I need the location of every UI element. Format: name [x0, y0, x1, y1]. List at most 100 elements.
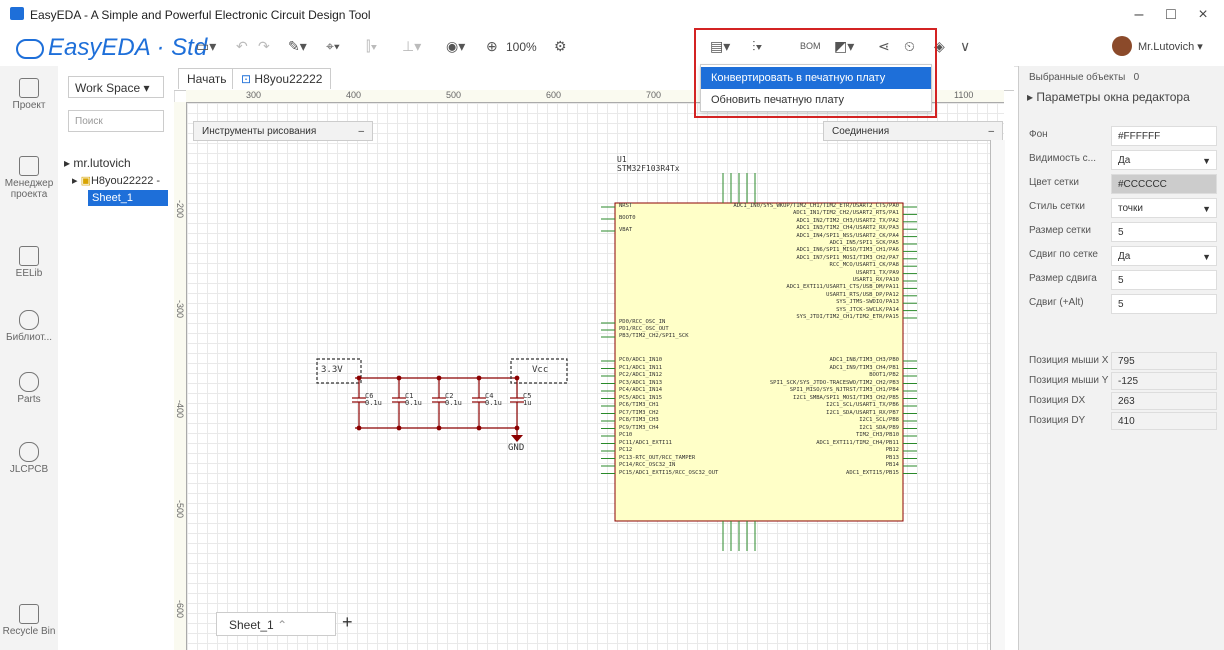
pin-label: PC3/ADC1_IN13	[619, 379, 663, 386]
avatar[interactable]	[1112, 36, 1132, 56]
pin-label: RCC_MCO/USART1_CK/PA8	[829, 262, 899, 269]
lcsc-icon	[19, 372, 39, 392]
pin-label: ADC1_IN9/TIM3_CH4/PB1	[829, 364, 899, 371]
mouse-value: 263	[1111, 392, 1217, 410]
section-title[interactable]: ▸ Параметры окна редактора	[1027, 90, 1190, 104]
mouse-value: 795	[1111, 352, 1217, 370]
mouse-position-row: Позиция DX 263	[1019, 392, 1224, 412]
net-3v3-label: 3.3V	[321, 365, 343, 375]
ruler-label: 500	[446, 90, 462, 100]
property-row: Сдвиг (+Alt) 5	[1019, 292, 1224, 316]
distribute-icon[interactable]: ⊥▾	[402, 38, 421, 55]
rail-eelib[interactable]: EELib	[0, 246, 58, 279]
capacitor	[510, 375, 524, 431]
pin-label: ADC1_EXTI11/TIM2_CH4/PB11	[816, 439, 899, 446]
property-row: Видимость с... Да ▼	[1019, 148, 1224, 172]
pin-label: BOOT1/PB2	[869, 372, 899, 378]
mouse-label: Позиция DX	[1029, 395, 1086, 406]
property-label: Размер сдвига	[1029, 273, 1097, 284]
property-input[interactable]: 5	[1111, 222, 1217, 242]
property-label: Сдвиг (+Alt)	[1029, 297, 1084, 308]
tree-sheet[interactable]: Sheet_1	[88, 190, 168, 206]
pin-label: ADC1_IN4/SPI1_NSS/USART2_CK/PA4	[796, 232, 899, 239]
tab-document[interactable]: ⊡ H8you22222	[232, 68, 332, 89]
mouse-value: -125	[1111, 372, 1217, 390]
tree-search-input[interactable]: Поиск	[68, 110, 164, 132]
pin-label: PC11/ADC1_EXTI11	[619, 439, 672, 446]
property-select[interactable]: Да ▼	[1111, 150, 1217, 170]
pin-label: BOOT0	[619, 215, 636, 221]
ruler-label: -300	[175, 300, 185, 319]
pin-label: SPI1_SCK/SYS_JTDO-TRACESWO/TIM2_CH2/PB3	[769, 379, 899, 386]
tools-icon[interactable]: ⚙	[554, 38, 567, 55]
property-label: Сдвиг по сетке	[1029, 249, 1098, 260]
file-menu-icon[interactable]: ▭▾	[196, 38, 216, 55]
minimize-button[interactable]: –	[1128, 6, 1150, 24]
tree-owner[interactable]: ▸ mr.lutovich	[64, 156, 131, 170]
pin-label: I2C1_SCL/USART1_TX/PB6	[826, 402, 899, 408]
pin-label: SPI1_MISO/SYS_NJTRST/TIM3_CH1/PB4	[789, 387, 899, 393]
pin-label: ADC1_EXTI15/PB15	[846, 469, 899, 476]
tab-start[interactable]: Начать	[178, 68, 236, 89]
property-input[interactable]: 5	[1111, 294, 1217, 314]
close-button[interactable]: ×	[1192, 6, 1214, 24]
list-icon	[19, 156, 39, 176]
rail-jlcpcb[interactable]: JLCPCB	[0, 442, 58, 475]
caret-down-icon: ▼	[1202, 204, 1211, 214]
tree-project[interactable]: ▸ ▣H8you22222 -	[72, 174, 160, 187]
pin-label: PC2/ADC1_IN12	[619, 372, 663, 378]
rail-library[interactable]: Библиот...	[0, 310, 58, 343]
pin-label: PB13	[885, 454, 899, 461]
property-input[interactable]: #CCCCCC	[1111, 174, 1217, 194]
cap-label: C4 0.1u	[485, 392, 502, 407]
pin-label: PB12	[885, 447, 899, 453]
search-library-icon	[19, 310, 39, 330]
rail-recycle-bin[interactable]: Recycle Bin	[0, 604, 58, 637]
add-sheet-button[interactable]: +	[342, 612, 353, 633]
vertical-scrollbar[interactable]	[990, 140, 1005, 650]
undo-icon[interactable]: ↶	[236, 38, 248, 55]
property-select[interactable]: точки ▼	[1111, 198, 1217, 218]
redo-icon[interactable]: ↷	[258, 38, 270, 55]
align-icon[interactable]: ⫿▾	[366, 38, 377, 55]
property-row: Фон #FFFFFF	[1019, 124, 1224, 148]
selected-objects: Выбранные объекты 0	[1029, 72, 1140, 83]
rail-parts[interactable]: Parts	[0, 372, 58, 405]
pin-label: ADC1_IN7/SPI1_MOSI/TIM3_CH2/PA7	[796, 254, 899, 261]
pin-label: PC7/TIM3_CH2	[619, 409, 659, 416]
project-tree-panel: Work Space ▾ Поиск ▸ mr.lutovich ▸ ▣H8yo…	[58, 66, 175, 650]
place-icon[interactable]: ⌖▾	[326, 38, 340, 55]
pin-label: TIM2_CH3/PB10	[855, 432, 899, 438]
pencil-icon[interactable]: ✎▾	[288, 38, 307, 55]
user-name[interactable]: Mr.Lutovich ▾	[1138, 40, 1203, 53]
capacitor	[392, 375, 406, 431]
pin-label: VBAT	[619, 227, 633, 233]
rail-project-manager[interactable]: Менеджер проекта	[0, 156, 58, 200]
pin-label: PC8/TIM3_CH3	[619, 417, 659, 423]
property-input[interactable]: #FFFFFF	[1111, 126, 1217, 146]
ruler-label: 300	[246, 90, 262, 100]
toolbar: EasyEDA · Std ▭▾ ↶ ↷ ✎▾ ⌖▾ ⫿▾ ⊥▾ ◉▾ ⊕ 10…	[0, 28, 1224, 67]
pin-label: PD0/RCC_OSC_IN	[619, 319, 666, 325]
pin-label: PC14/RCC_OSC32_IN	[619, 462, 676, 468]
sheet-tab[interactable]: Sheet_1 ⌃	[216, 612, 336, 636]
mouse-position-row: Позиция мыши Y -125	[1019, 372, 1224, 392]
zoom-icon[interactable]: ⊕	[486, 38, 498, 55]
schematic-canvas[interactable]: Инструменты рисования – Соединения – U1 ST…	[187, 103, 1004, 650]
ruler-left: -200 -300 -400 -500 -600	[174, 102, 187, 650]
view-icon[interactable]: ◉▾	[446, 38, 465, 55]
rail-project[interactable]: Проект	[0, 78, 58, 111]
cap-label: C5 1u	[523, 392, 532, 407]
pin-label: PC15/ADC1_EXTI15/RCC_OSC32_OUT	[619, 469, 719, 476]
more-icon[interactable]: ∨	[960, 38, 970, 55]
zoom-level[interactable]: 100%	[506, 40, 537, 54]
pin-label: I2C1_SDA/USART1_RX/PB7	[826, 409, 899, 416]
pin-label: SYS_JTDI/TIM2_CH1/TIM2_ETR/PA15	[796, 314, 899, 320]
workspace-select[interactable]: Work Space ▾	[68, 76, 164, 98]
pin-label: PC12	[619, 447, 633, 453]
pin-label: USART1_TX/PA9	[855, 269, 899, 276]
property-select[interactable]: Да ▼	[1111, 246, 1217, 266]
chip-icon	[19, 246, 39, 266]
maximize-button[interactable]: □	[1160, 6, 1182, 24]
property-input[interactable]: 5	[1111, 270, 1217, 290]
